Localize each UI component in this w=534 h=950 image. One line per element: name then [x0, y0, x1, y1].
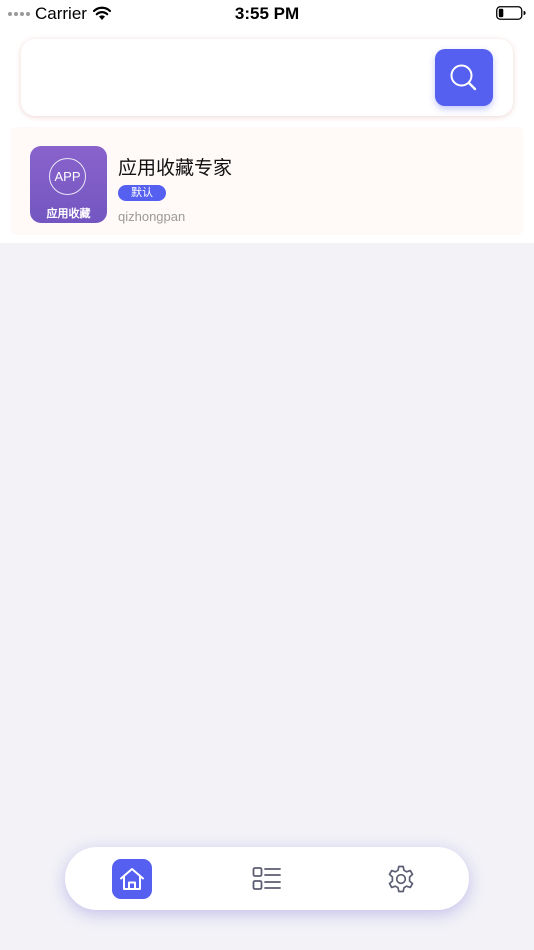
battery-icon: [496, 6, 526, 20]
search-bar: [21, 39, 513, 116]
tab-settings[interactable]: [381, 859, 421, 899]
app-icon-label: 应用收藏: [46, 208, 91, 220]
list-item[interactable]: APP 应用收藏 应用收藏专家 默认 qizhongpan: [11, 127, 523, 235]
app-author: qizhongpan: [118, 209, 186, 224]
home-icon: [120, 868, 144, 890]
search-icon: [450, 64, 477, 90]
default-badge: 默认: [118, 185, 166, 201]
list-icon: [252, 867, 281, 890]
app-name: 应用收藏专家: [118, 158, 233, 179]
status-time: 3:55 PM: [234, 4, 300, 23]
app-icon: APP 应用收藏: [30, 146, 107, 223]
search-input[interactable]: [35, 57, 429, 99]
tab-home[interactable]: [112, 859, 152, 899]
gear-icon: [388, 865, 414, 893]
app-icon-text: APP: [49, 158, 86, 195]
search-button[interactable]: [435, 49, 493, 106]
status-bar: Carrier 3:55 PM: [0, 0, 534, 28]
app-list: APP 应用收藏 应用收藏专家 默认 qizhongpan: [0, 127, 534, 243]
tab-bar: [65, 847, 469, 910]
tab-list[interactable]: [247, 859, 287, 899]
